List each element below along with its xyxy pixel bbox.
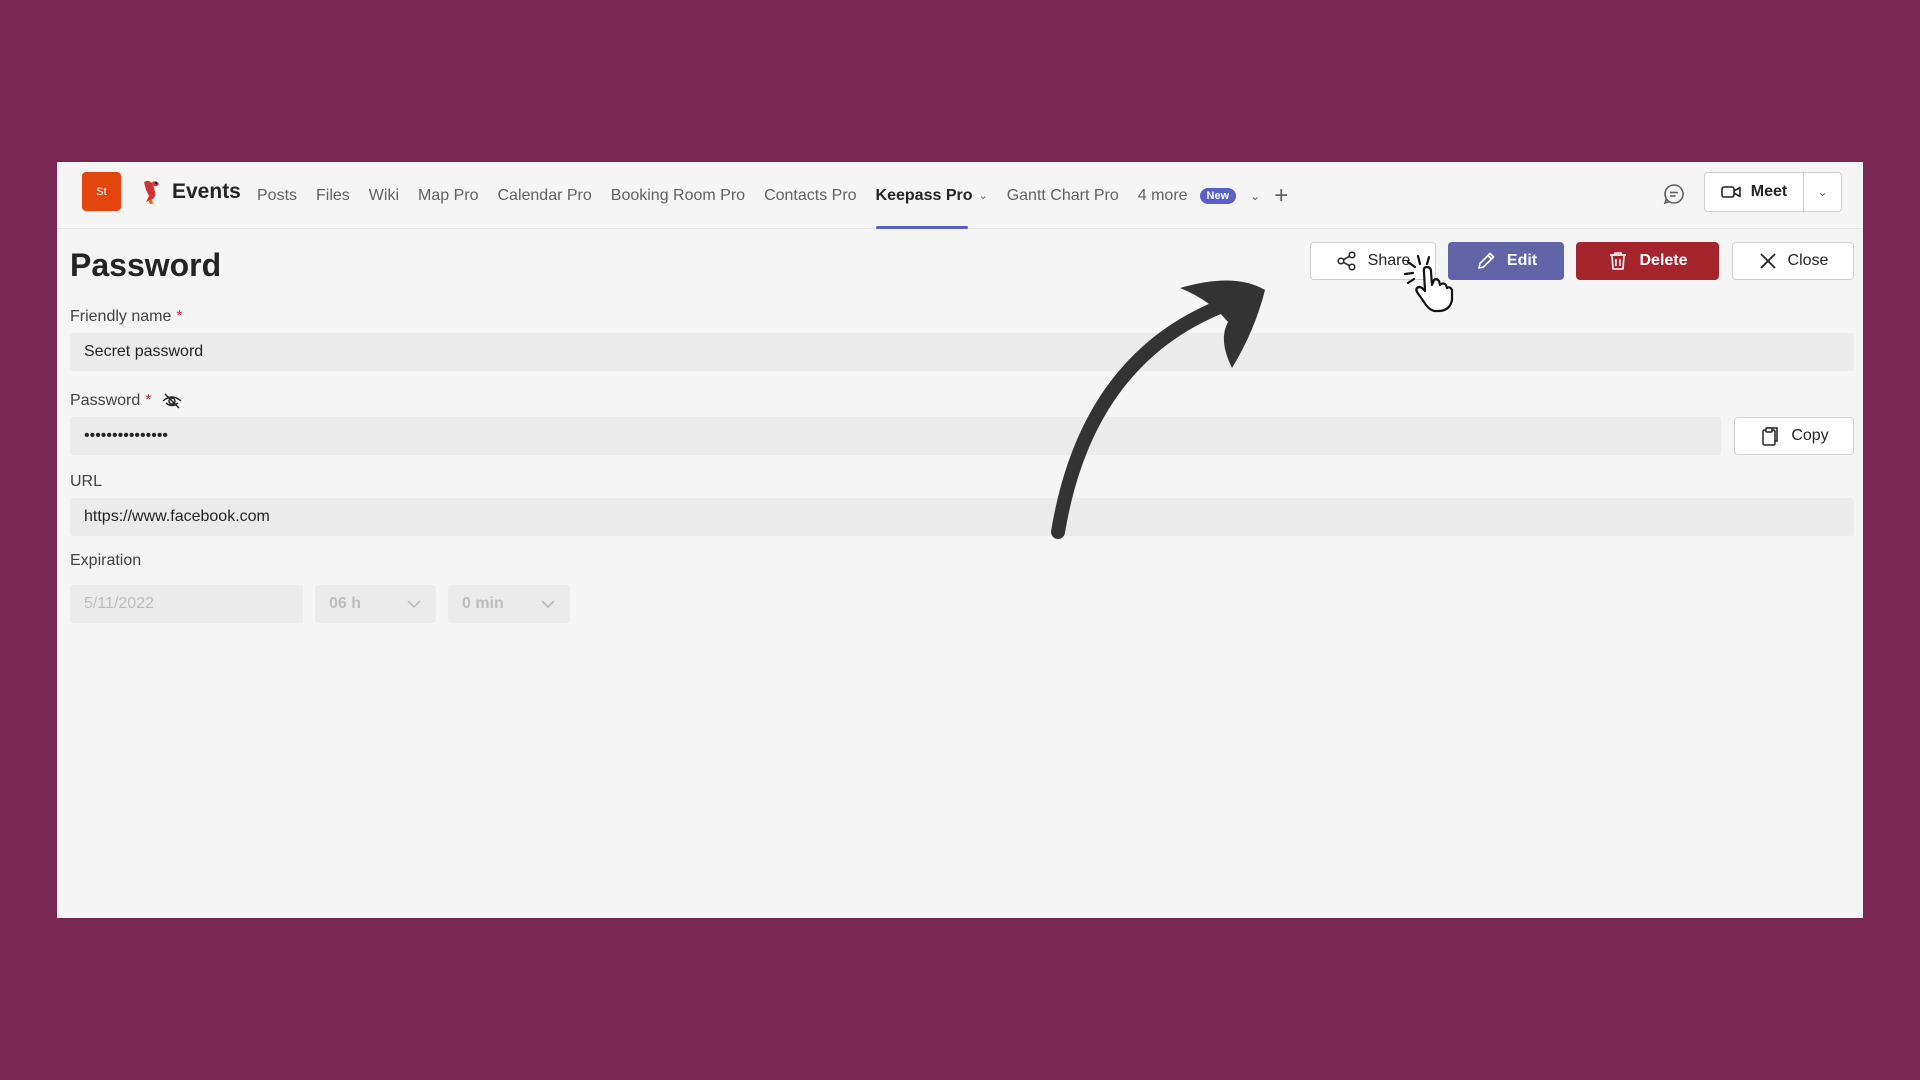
tab-booking-room-pro[interactable]: Booking Room Pro	[611, 162, 745, 229]
chevron-down-icon	[407, 600, 421, 609]
friendly-name-label-text: Friendly name	[70, 308, 172, 325]
tab-gantt-chart-pro[interactable]: Gantt Chart Pro	[1007, 162, 1119, 229]
close-icon	[1759, 253, 1776, 269]
required-marker: *	[145, 392, 152, 409]
copy-label: Copy	[1791, 427, 1829, 444]
expiration-minute-value: 0 min	[462, 595, 504, 612]
tab-map-pro[interactable]: Map Pro	[418, 162, 478, 229]
chevron-down-icon[interactable]: ⌄	[978, 189, 987, 202]
edit-label: Edit	[1506, 252, 1538, 269]
url-label: URL	[70, 473, 103, 490]
close-button[interactable]: Close	[1732, 242, 1854, 280]
tab-keepass-pro-label: Keepass Pro	[875, 186, 973, 204]
new-badge: New	[1199, 187, 1237, 204]
tab-wiki[interactable]: Wiki	[369, 162, 399, 229]
tab-contacts-pro[interactable]: Contacts Pro	[764, 162, 856, 229]
chevron-down-icon[interactable]: ⌄	[1250, 189, 1260, 203]
meet-button[interactable]: Meet	[1705, 173, 1804, 211]
meet-dropdown[interactable]: ⌄	[1804, 173, 1841, 211]
channel-header: St Events Posts Files Wiki Map Pro Calen…	[57, 162, 1863, 229]
expiration-minute-select[interactable]: 0 min	[448, 585, 570, 623]
required-marker: *	[176, 308, 183, 325]
copy-button[interactable]: Copy	[1734, 417, 1854, 455]
action-bar: Share Edit Delete Close	[57, 242, 1863, 280]
clipboard-icon	[1762, 427, 1779, 446]
share-icon	[1337, 251, 1356, 271]
expiration-hour-value: 06 h	[329, 595, 362, 612]
tab-posts[interactable]: Posts	[257, 162, 297, 229]
hand-cursor-icon	[1403, 254, 1454, 313]
annotation-arrow-icon	[1051, 280, 1265, 539]
expiration-label: Expiration	[70, 552, 142, 569]
team-name[interactable]: Events	[172, 180, 241, 204]
trash-icon	[1610, 252, 1627, 270]
delete-label: Delete	[1639, 252, 1688, 269]
edit-button[interactable]: Edit	[1448, 242, 1564, 280]
friendly-name-label: Friendly name *	[70, 308, 183, 326]
tab-keepass-pro[interactable]: Keepass Pro ⌄	[875, 162, 988, 229]
close-label: Close	[1787, 252, 1829, 269]
tab-calendar-pro[interactable]: Calendar Pro	[497, 162, 591, 229]
password-label-text: Password	[70, 392, 141, 409]
url-field[interactable]: https://www.facebook.com	[70, 498, 1854, 536]
meet-button-group: Meet ⌄	[1704, 172, 1842, 212]
chat-icon[interactable]	[1661, 181, 1687, 207]
eye-off-icon[interactable]	[161, 390, 183, 412]
friendly-name-field[interactable]: Secret password	[70, 333, 1854, 371]
meet-label: Meet	[1750, 183, 1788, 200]
team-emoji-icon	[144, 180, 159, 204]
expiration-hour-select[interactable]: 06 h	[315, 585, 436, 623]
teams-window: St Events Posts Files Wiki Map Pro Calen…	[57, 162, 1863, 918]
video-camera-icon	[1720, 186, 1741, 198]
password-label: Password *	[70, 390, 183, 412]
tab-bar: Posts Files Wiki Map Pro Calendar Pro Bo…	[257, 162, 1288, 229]
delete-button[interactable]: Delete	[1576, 242, 1719, 280]
pencil-icon	[1478, 252, 1495, 269]
chevron-down-icon	[541, 600, 555, 609]
expiration-date-field[interactable]: 5/11/2022	[70, 585, 303, 623]
chevron-down-icon: ⌄	[1817, 185, 1828, 199]
add-tab-icon[interactable]: +	[1274, 182, 1288, 210]
password-field[interactable]: •••••••••••••••	[70, 417, 1721, 455]
more-tabs[interactable]: 4 more New ⌄ +	[1138, 162, 1289, 229]
tab-files[interactable]: Files	[316, 162, 350, 229]
team-avatar[interactable]: St	[82, 172, 121, 211]
more-tabs-label: 4 more	[1137, 186, 1188, 204]
